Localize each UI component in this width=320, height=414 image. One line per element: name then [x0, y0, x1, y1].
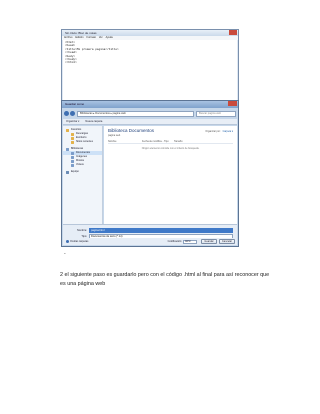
library-icon [71, 155, 74, 159]
notepad-text-area[interactable]: <html> <head> <title>Mi primera pagina</… [63, 40, 237, 101]
column-type[interactable]: Tipo [164, 140, 174, 143]
filename-row: Nombre: pagina.html [67, 228, 233, 233]
library-icon [71, 151, 74, 155]
dialog-footer: Ocultar carpetas Codificación: ANSI Guar… [63, 238, 237, 245]
star-icon [71, 140, 74, 144]
close-icon[interactable] [228, 101, 237, 106]
nav-item-label: Sitios recientes [76, 140, 93, 143]
close-icon[interactable] [229, 30, 237, 35]
path-field[interactable]: Bibliotecas ▸ Documentos ▸ pagina web [77, 110, 194, 117]
screenshot: Sin título: Bloc de notas Archivo Edició… [61, 29, 239, 247]
column-date[interactable]: Fecha de modifica... [142, 140, 164, 143]
encoding-label: Codificación: [167, 240, 182, 243]
search-input[interactable]: Buscar pagina web [196, 110, 236, 117]
nav-arrows [64, 111, 75, 116]
library-icon [66, 147, 69, 151]
encoding: Codificación: ANSI [167, 239, 197, 244]
chevron-up-icon [66, 240, 69, 243]
save-dialog: Guardar como Bibliotecas ▸ Documentos ▸ … [61, 100, 239, 247]
dialog-toolbar: Organizar ▾ Nueva carpeta [63, 119, 237, 125]
nav-item-label: Equipo [71, 170, 79, 173]
forward-icon[interactable] [70, 111, 75, 116]
hide-folders-label: Ocultar carpetas [70, 240, 89, 243]
instruction-paragraph: 2 el siguiente paso es guardarlo pero co… [60, 272, 270, 287]
column-size[interactable]: Tamaño [174, 140, 183, 143]
dialog-title: Guardar como [62, 101, 238, 108]
file-list: Biblioteca Documentos pagina web Organiz… [104, 126, 237, 224]
library-icon [71, 159, 74, 163]
star-icon [71, 136, 74, 140]
hide-folders[interactable]: Ocultar carpetas [66, 240, 168, 243]
library-subtitle: pagina web [108, 134, 121, 137]
filename-label: Nombre: [77, 229, 87, 232]
arrange-select[interactable]: Carpeta ▾ [223, 130, 233, 133]
filename-input[interactable]: pagina.html [89, 228, 233, 233]
star-icon [71, 132, 74, 136]
new-folder-button[interactable]: Nueva carpeta [85, 119, 102, 124]
navigation-pane: Favoritos Descargas Escritorio Sitios recie… [63, 126, 103, 224]
computer-icon [66, 170, 69, 174]
star-icon [66, 128, 69, 132]
list-marker: - [64, 251, 66, 257]
back-icon[interactable] [64, 111, 69, 116]
column-headers: Nombre Fecha de modifica... Tipo Tamaño [108, 140, 233, 144]
save-button[interactable]: Guardar [201, 239, 217, 244]
cancel-button[interactable]: Cancelar [219, 239, 235, 244]
encoding-select[interactable]: ANSI [183, 239, 197, 244]
nav-item[interactable]: Equipo [63, 170, 102, 174]
library-header: Biblioteca Documentos pagina web [108, 128, 198, 137]
library-icon [71, 163, 74, 167]
address-bar: Bibliotecas ▸ Documentos ▸ pagina web Bu… [64, 110, 236, 117]
code-line: </html> [65, 61, 77, 65]
arrange-by: Organizar por: Carpeta ▾ [205, 130, 233, 133]
notepad-window: Sin título: Bloc de notas Archivo Edició… [61, 29, 239, 103]
column-name[interactable]: Nombre [108, 140, 142, 143]
organize-button[interactable]: Organizar ▾ [66, 119, 79, 124]
nav-item-label: Vídeos [76, 163, 84, 166]
empty-message: Ningún elemento coincide con el criterio… [141, 147, 200, 150]
arrange-label: Organizar por: [205, 130, 221, 133]
